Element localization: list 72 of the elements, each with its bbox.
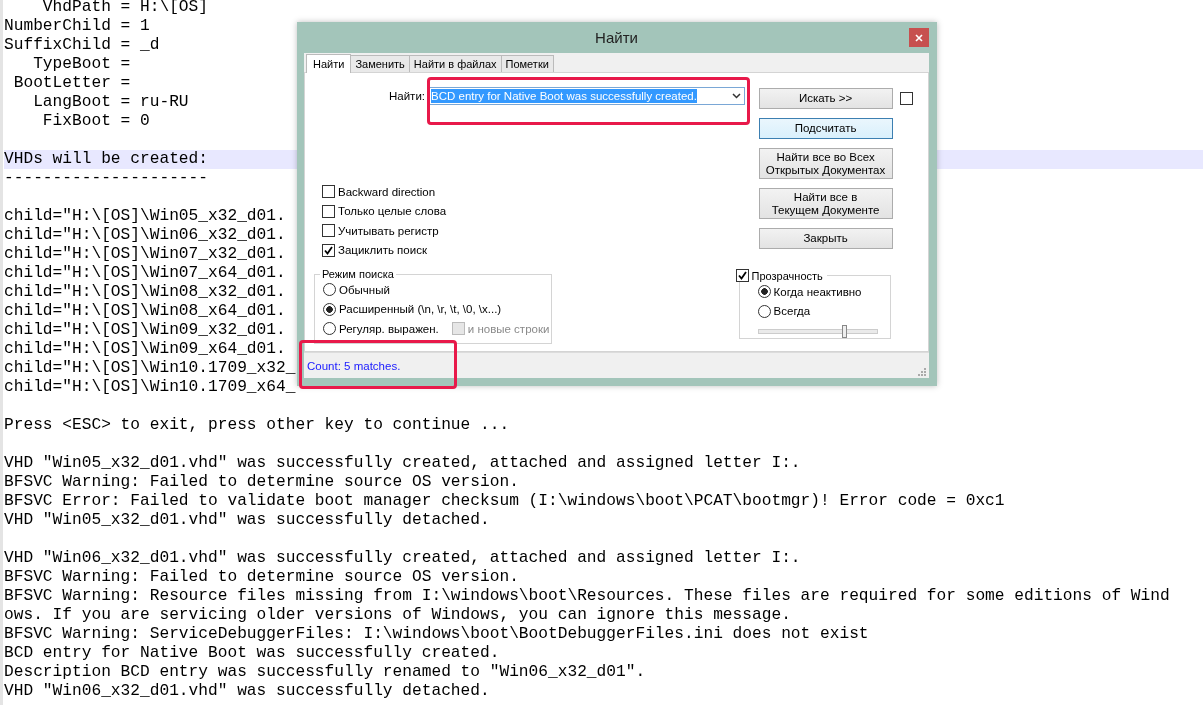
tab[interactable]: Пометки [500, 55, 554, 72]
resize-grip-icon [917, 367, 926, 376]
match-count: Count: 5 matches. [307, 359, 401, 372]
tab[interactable]: Заменить [350, 55, 410, 72]
log-line: BFSVC Warning: Failed to determine source OS version. [4, 568, 519, 587]
log-line: child="H:\[OS]\Win07_x64_d01. [4, 264, 286, 283]
log-line: SuffixChild = _d [4, 36, 160, 55]
log-line: child="H:\[OS]\Win08_x32_d01. [4, 283, 286, 302]
find-label: Найти: [389, 90, 425, 102]
log-line: VHD "Win06_x32_d01.vhd" was successfully detached. [4, 682, 490, 701]
radio-label: Всегда [773, 305, 811, 318]
close-icon [915, 33, 923, 42]
chevron-down-icon [732, 93, 741, 99]
radio-button[interactable] [323, 322, 336, 336]
radio-button[interactable] [323, 283, 336, 297]
log-line: --------------------- [4, 169, 208, 188]
log-line: TypeBoot = [32, 55, 131, 74]
radio-label: Обычный [339, 283, 390, 296]
log-line: child="H:\[OS]\Win07_x32_d01. [4, 245, 286, 264]
checkbox-label: Backward direction [338, 185, 436, 198]
log-line: Press <ESC> to exit, press other key to continue ... [4, 416, 510, 435]
slider-thumb[interactable] [841, 325, 847, 338]
dialog-button[interactable]: Закрыть [758, 228, 893, 249]
checkbox-label: и новые строки [467, 322, 550, 335]
log-line: BFSVC Warning: ServiceDebuggerFiles: I:\windows\boot\BootDebuggerFiles.ini does not exist [4, 625, 869, 644]
checkbox[interactable] [322, 243, 335, 257]
checkbox-label: Прозрачность [751, 269, 823, 282]
log-line: child="H:\[OS]\Win05_x32_d01. [4, 207, 286, 226]
group-title: Режим поиска [321, 268, 395, 280]
radio-button[interactable] [757, 304, 771, 318]
checkbox-label: Только целые слова [338, 205, 447, 218]
log-line: BootLetter = [12, 74, 131, 93]
checkbox[interactable] [322, 185, 335, 199]
radio-label: Расширенный (\n, \r, \t, \0, \x...) [339, 303, 502, 316]
dialog-title: Найти [595, 29, 638, 46]
log-line: FixBoot = 0 [41, 112, 150, 131]
checkbox[interactable] [322, 224, 335, 238]
radio-button[interactable] [757, 285, 771, 299]
log-line: VHD "Win05_x32_d01.vhd" was successfully detached. [4, 511, 490, 530]
checkbox[interactable] [899, 92, 913, 105]
log-line: child="H:\[OS]\Win09_x32_d01. [4, 321, 286, 340]
log-line: BFSVC Warning: Resource files missing from I:\windows\boot\Resources. These files are required for some editions of Wind [4, 587, 1170, 606]
dialog-button[interactable]: Найти все во Всех Открытых Документах [758, 148, 893, 179]
log-line: child="H:\[OS]\Win10.1709_x32_ [4, 359, 296, 378]
log-line: BFSVC Error: Failed to validate boot manager checksum (I:\windows\boot\PCAT\bootmgr)! Error code = 0xc1 [4, 492, 1005, 511]
dialog-button[interactable]: Искать >> [758, 88, 893, 109]
log-line: child="H:\[OS]\Win08_x64_d01. [4, 302, 286, 321]
log-line: Description BCD entry was successfully renamed to "Win06_x32_d01". [4, 663, 646, 682]
log-line: child="H:\[OS]\Win10.1709_x64_ [4, 378, 296, 397]
log-line: ows. If you are servicing older versions of Windows, you can ignore this message. [4, 606, 791, 625]
log-line: VHD "Win05_x32_d01.vhd" was successfully created, attached and assigned letter I:. [4, 454, 801, 473]
log-line: LangBoot = ru-RU [32, 93, 189, 112]
log-line: VHDs will be created: [4, 150, 208, 169]
log-line: child="H:\[OS]\Win06_x32_d01. [4, 226, 286, 245]
dialog-button[interactable]: Найти все в Текущем Документе [758, 188, 893, 219]
log-line: NumberChild = 1 [4, 17, 150, 36]
dialog-button[interactable]: Подсчитать [758, 118, 893, 139]
checkbox[interactable] [322, 204, 335, 218]
log-line: VhdPath = H:\[OS] [41, 0, 208, 17]
checkbox-label: Учитывать регистр [338, 224, 439, 237]
tab[interactable]: Найти [306, 54, 352, 73]
checkbox-label: Зациклить поиск [338, 244, 427, 257]
radio-label: Регуляр. выражен. [339, 322, 439, 335]
radio-label: Когда неактивно [773, 285, 862, 298]
close-button[interactable] [909, 28, 929, 47]
tab[interactable]: Найти в файлах [408, 55, 502, 72]
checkbox[interactable] [735, 269, 749, 282]
log-line: VHD "Win06_x32_d01.vhd" was successfully created, attached and assigned letter I:. [4, 549, 801, 568]
log-line: child="H:\[OS]\Win09_x64_d01. [4, 340, 286, 359]
log-line: BFSVC Warning: Failed to determine source OS version. [4, 473, 519, 492]
radio-button[interactable] [323, 302, 336, 316]
log-line: BCD entry for Native Boot was successfully created. [4, 644, 500, 663]
